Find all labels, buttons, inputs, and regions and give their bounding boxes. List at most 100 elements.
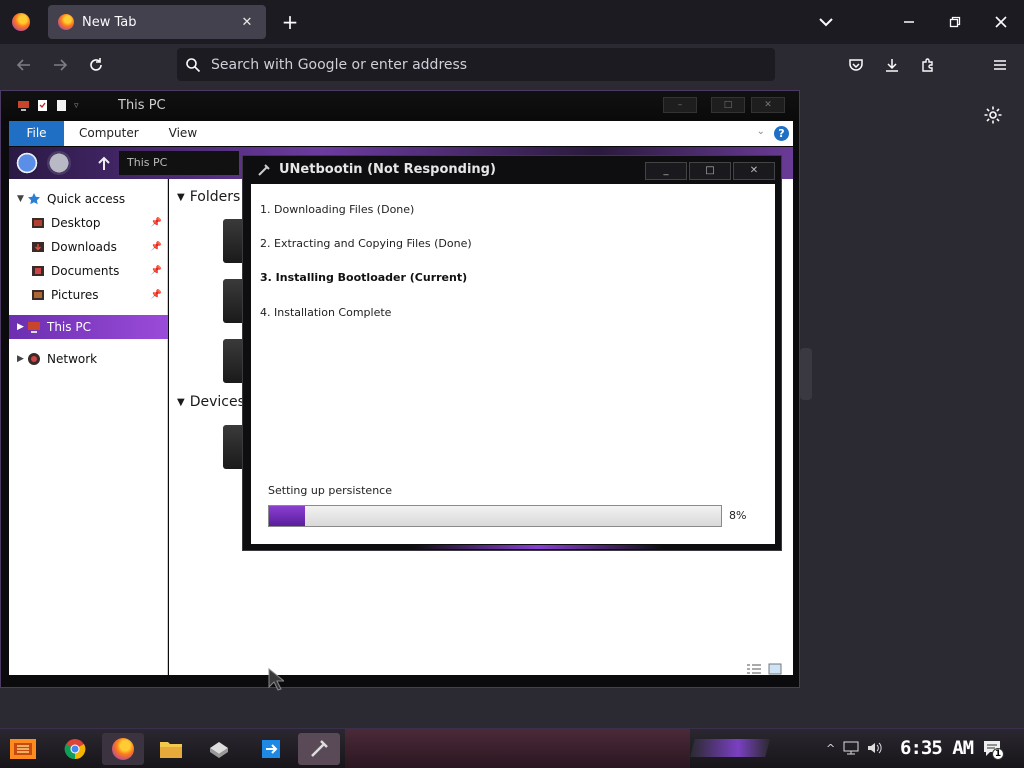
firefox-view-button[interactable] xyxy=(0,0,42,44)
tab-close-icon[interactable]: ✕ xyxy=(238,15,256,30)
explorer-back-button[interactable] xyxy=(15,151,39,175)
desktop-folder-icon xyxy=(32,218,44,228)
back-arrow-icon xyxy=(16,59,30,71)
ribbon-tab-view[interactable]: View xyxy=(154,121,212,146)
pocket-button[interactable] xyxy=(842,51,870,79)
nav-desktop[interactable]: Desktop 📌 xyxy=(9,211,168,235)
explorer-minimize-button[interactable]: – xyxy=(663,97,697,113)
browser-tab[interactable]: New Tab ✕ xyxy=(48,5,266,39)
dialog-accent-glow xyxy=(413,545,663,549)
progress-bar xyxy=(268,505,722,527)
downloads-button[interactable] xyxy=(878,51,906,79)
help-icon[interactable]: ? xyxy=(774,126,789,141)
unetbootin-close-button[interactable]: ✕ xyxy=(733,162,775,180)
download-icon xyxy=(886,59,898,72)
details-view-icon[interactable] xyxy=(746,663,762,675)
unetbootin-minimize-button[interactable]: _ xyxy=(645,162,687,180)
explorer-address-box[interactable]: This PC xyxy=(119,151,239,175)
taskbar-clock[interactable]: 6:35 AM xyxy=(900,737,974,759)
nav-downloads[interactable]: Downloads 📌 xyxy=(9,235,168,259)
explorer-close-button[interactable]: ✕ xyxy=(751,97,785,113)
taskbar-usb-tool[interactable] xyxy=(198,733,240,765)
ribbon-tab-computer[interactable]: Computer xyxy=(64,121,154,146)
up-arrow-icon[interactable] xyxy=(97,155,111,171)
navigation-pane: ▼ Quick access Desktop 📌 Downloads 📌 Doc… xyxy=(9,179,168,675)
show-hidden-icons-icon[interactable]: ^ xyxy=(826,742,835,755)
pin-icon: 📌 xyxy=(150,242,162,252)
url-input[interactable] xyxy=(211,56,751,73)
expand-arrow-icon[interactable]: ▼ xyxy=(17,194,27,204)
start-button-icon[interactable] xyxy=(8,735,38,763)
minimize-button[interactable] xyxy=(886,0,932,44)
extensions-button[interactable] xyxy=(914,51,942,79)
firefox-tab-strip: New Tab ✕ + xyxy=(0,0,1024,44)
ribbon-expand-icon[interactable]: ⌄ xyxy=(757,126,765,137)
nav-label: Network xyxy=(47,352,98,366)
close-window-button[interactable] xyxy=(978,0,1024,44)
gear-icon[interactable] xyxy=(983,105,1003,125)
list-all-tabs-icon[interactable] xyxy=(814,10,838,34)
address-bar[interactable] xyxy=(177,48,775,81)
nav-label: Downloads xyxy=(51,240,117,254)
nav-documents[interactable]: Documents 📌 xyxy=(9,259,168,283)
taskbar-remote-app[interactable] xyxy=(250,733,292,765)
progress-fill xyxy=(269,506,306,526)
notification-badge: 1 xyxy=(992,748,1004,760)
restore-button[interactable] xyxy=(932,0,978,44)
nav-label: This PC xyxy=(47,320,91,334)
nav-pictures[interactable]: Pictures 📌 xyxy=(9,283,168,307)
star-icon xyxy=(28,193,40,205)
computer-icon xyxy=(18,101,29,111)
explorer-maximize-button[interactable]: □ xyxy=(711,97,745,113)
unetbootin-app-icon xyxy=(258,164,270,176)
puzzle-icon xyxy=(922,58,933,72)
address-path: This PC xyxy=(127,156,168,169)
nav-quick-access[interactable]: ▼ Quick access xyxy=(9,187,168,211)
ribbon-tab-file[interactable]: File xyxy=(9,121,64,146)
collapse-arrow-icon[interactable]: ▶ xyxy=(17,354,27,364)
nav-label: Pictures xyxy=(51,288,99,302)
step-installation-complete: 4. Installation Complete xyxy=(260,306,392,319)
volume-icon[interactable] xyxy=(867,741,883,755)
action-center-button[interactable]: 1 xyxy=(982,739,1004,760)
explorer-titlebar[interactable]: ▿ This PC – □ ✕ xyxy=(1,91,799,121)
tab-title: New Tab xyxy=(82,14,137,30)
group-collapse-icon: ▼ xyxy=(177,396,185,408)
documents-folder-icon xyxy=(32,266,44,276)
unetbootin-title: UNetbootin (Not Responding) xyxy=(279,162,496,177)
taskbar-firefox[interactable] xyxy=(102,733,144,765)
step-installing-bootloader: 3. Installing Bootloader (Current) xyxy=(260,271,468,284)
close-icon xyxy=(995,16,1007,28)
collapse-arrow-icon[interactable]: ▶ xyxy=(17,322,27,332)
taskbar-chrome[interactable] xyxy=(54,733,96,765)
scrollbar-thumb[interactable] xyxy=(800,348,812,400)
nav-this-pc[interactable]: ▶ This PC xyxy=(9,315,168,339)
taskbar-accent xyxy=(690,739,770,757)
new-tab-button[interactable]: + xyxy=(277,8,303,36)
reload-button[interactable] xyxy=(82,51,110,79)
large-icons-view-icon[interactable] xyxy=(768,663,782,675)
folders-group-header[interactable]: ▼ Folders ( xyxy=(177,189,250,205)
group-collapse-icon: ▼ xyxy=(177,191,185,203)
taskbar-unetbootin[interactable] xyxy=(298,733,340,765)
network-status-icon[interactable] xyxy=(843,741,859,755)
search-icon xyxy=(186,57,201,72)
pin-icon: 📌 xyxy=(150,218,162,228)
quick-access-toolbar: ▿ xyxy=(17,99,79,112)
unetbootin-titlebar[interactable]: UNetbootin (Not Responding) _ □ ✕ xyxy=(243,156,781,184)
properties-icon[interactable] xyxy=(36,99,49,112)
nav-network[interactable]: ▶ Network xyxy=(9,347,168,371)
chrome-icon xyxy=(64,739,86,760)
explorer-forward-button[interactable] xyxy=(47,151,71,175)
unetbootin-maximize-button[interactable]: □ xyxy=(689,162,731,180)
forward-button[interactable] xyxy=(46,51,74,79)
back-button[interactable] xyxy=(10,51,38,79)
explorer-title: This PC xyxy=(118,98,166,113)
qat-dropdown-icon[interactable]: ▿ xyxy=(74,101,79,111)
restore-icon xyxy=(949,16,961,28)
new-folder-icon[interactable] xyxy=(55,99,68,112)
app-menu-button[interactable] xyxy=(986,51,1014,79)
taskbar-file-explorer[interactable] xyxy=(150,733,192,765)
firefox-tab-icon xyxy=(58,14,74,30)
pin-icon: 📌 xyxy=(150,290,162,300)
